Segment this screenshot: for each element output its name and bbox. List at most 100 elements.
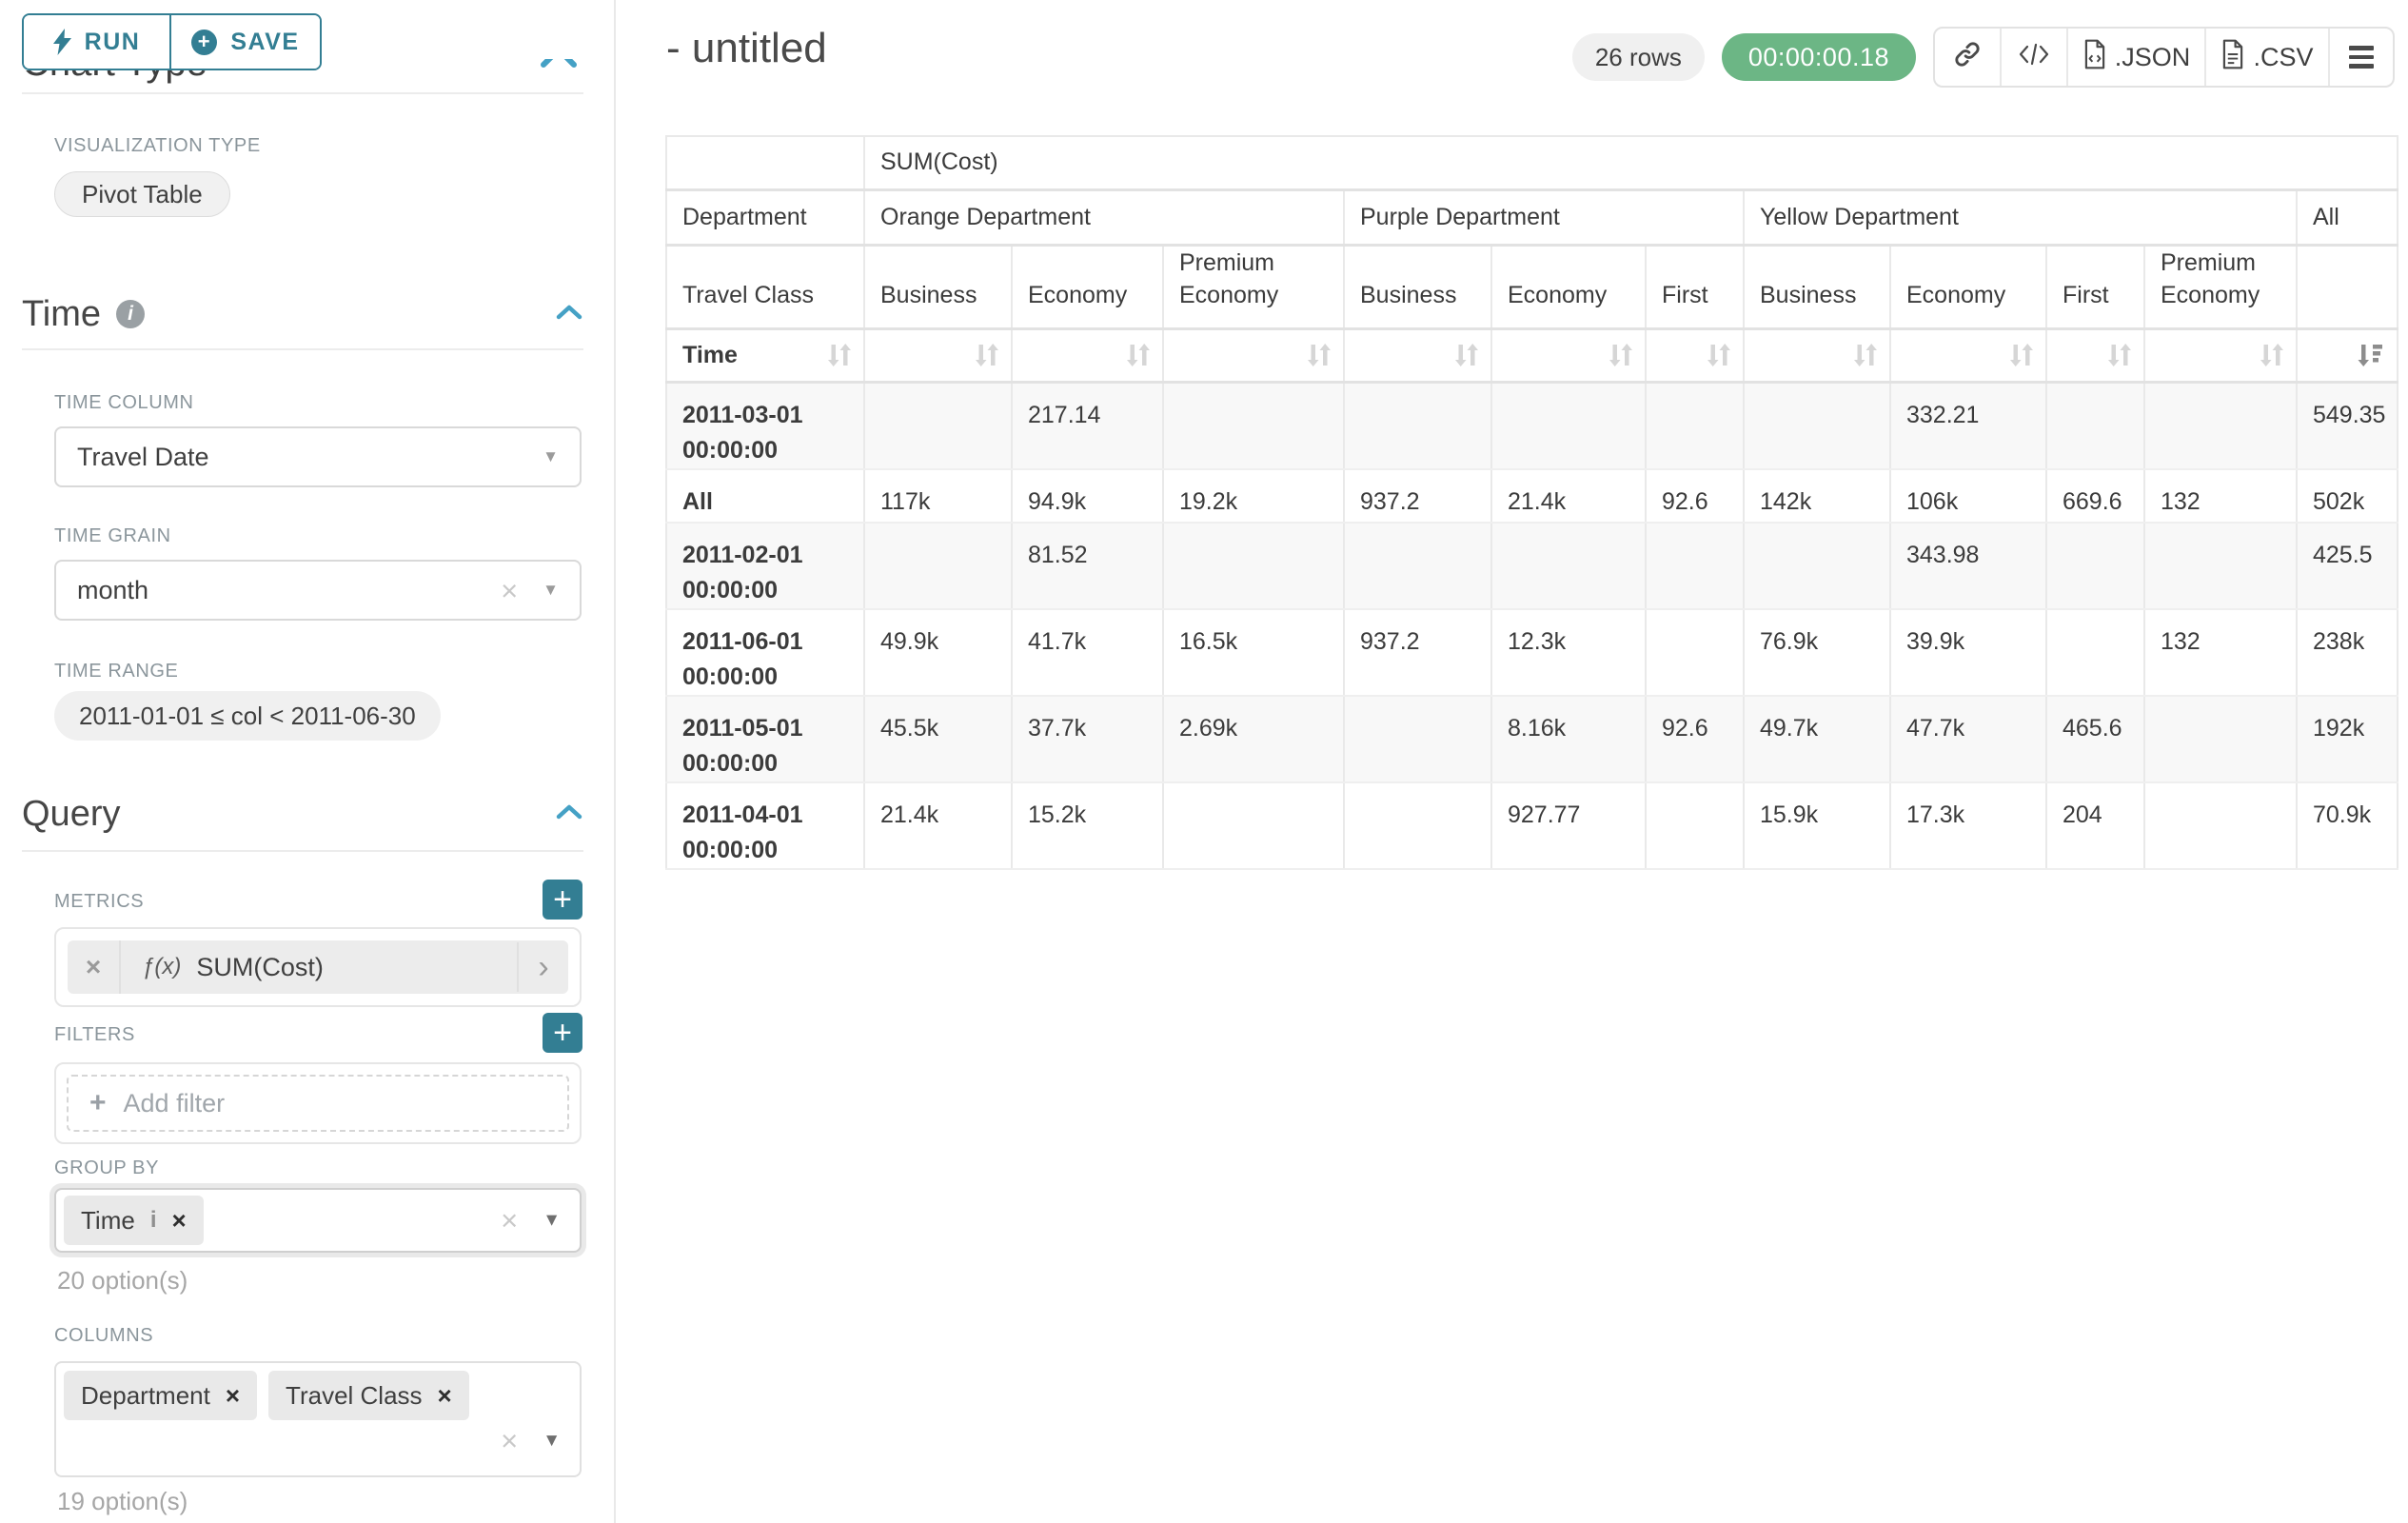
share-link-button[interactable] <box>1935 29 2002 86</box>
view-query-button[interactable] <box>2002 29 2068 86</box>
csv-file-icon <box>2220 39 2245 76</box>
visualization-type-label: VISUALIZATION TYPE <box>54 135 261 157</box>
pivot-cell: 37.7k <box>1012 696 1163 782</box>
pivot-cell: 927.77 <box>1491 782 1646 869</box>
sort-icon <box>1452 342 1481 368</box>
pivot-cell <box>1646 782 1744 869</box>
pivot-cell: 8.16k <box>1491 696 1646 782</box>
chevron-down-icon: ▼ <box>543 1210 561 1231</box>
time-column-value: Travel Date <box>77 443 209 472</box>
json-file-icon <box>2082 39 2107 76</box>
time-grain-value: month <box>77 576 148 605</box>
column-sort-header[interactable] <box>1163 328 1344 382</box>
time-sort-header[interactable]: Time <box>666 328 864 382</box>
more-options-button[interactable] <box>2330 29 2393 86</box>
metrics-control: × ƒ(x) SUM(Cost) › <box>54 927 582 1007</box>
column-sort-header[interactable] <box>1491 328 1646 382</box>
columns-select[interactable]: Department×Travel Class× × ▼ <box>54 1361 582 1477</box>
add-filter-plus-button[interactable]: + <box>543 1013 582 1053</box>
table-row: DepartmentOrange DepartmentPurple Depart… <box>666 189 2398 245</box>
add-metric-button[interactable]: + <box>543 880 582 920</box>
export-json-button[interactable]: .JSON <box>2068 29 2206 86</box>
time-column-select[interactable]: Travel Date ▼ <box>54 426 582 487</box>
pivot-cell: 12.3k <box>1491 609 1646 696</box>
plus-circle-icon: + <box>191 30 217 55</box>
sort-icon <box>2105 342 2134 368</box>
travel-class-header: Economy <box>1890 245 2046 328</box>
sort-icon <box>1705 342 1733 368</box>
metrics-label: METRICS <box>54 891 144 913</box>
lightning-icon <box>53 29 71 55</box>
corner-cell <box>666 136 864 189</box>
pivot-cell <box>2144 382 2297 469</box>
table-row: 2011-05-01 00:00:0045.5k37.7k2.69k8.16k9… <box>666 696 2398 782</box>
selected-option-pill[interactable]: Travel Class× <box>268 1371 469 1420</box>
column-sort-header-active[interactable] <box>2297 328 2398 382</box>
export-csv-button[interactable]: .CSV <box>2206 29 2330 86</box>
visualization-type-pill[interactable]: Pivot Table <box>54 171 230 217</box>
query-section-header: Query <box>22 793 583 835</box>
columns-label: COLUMNS <box>54 1325 153 1347</box>
add-filter-button[interactable]: + Add filter <box>67 1075 569 1132</box>
pivot-cell: 47.7k <box>1890 696 2046 782</box>
column-sort-header[interactable] <box>1744 328 1890 382</box>
pivot-cell <box>1744 523 1890 609</box>
column-sort-header[interactable] <box>1646 328 1744 382</box>
pivot-table-container: SUM(Cost)DepartmentOrange DepartmentPurp… <box>665 135 2398 870</box>
pivot-cell: 142k <box>1744 469 1890 523</box>
clear-icon[interactable]: × <box>501 1426 518 1455</box>
pivot-cell: 238k <box>2297 609 2398 696</box>
pivot-row-label: All <box>666 469 864 523</box>
export-button-group: .JSON .CSV <box>1933 27 2395 88</box>
sort-icon <box>1851 342 1880 368</box>
metric-pill[interactable]: × ƒ(x) SUM(Cost) › <box>68 940 568 994</box>
metric-header: SUM(Cost) <box>864 136 2398 189</box>
pivot-cell <box>2046 382 2144 469</box>
pivot-table: SUM(Cost)DepartmentOrange DepartmentPurp… <box>665 135 2398 870</box>
pivot-cell <box>1344 696 1491 782</box>
superset-explore-view: Chart Type RUN + SAVE VISUALIZATION TYPE… <box>0 0 2408 1523</box>
pivot-cell: 937.2 <box>1344 609 1491 696</box>
save-button[interactable]: + SAVE <box>169 15 320 69</box>
column-sort-header[interactable] <box>1012 328 1163 382</box>
pivot-cell: 17.3k <box>1890 782 2046 869</box>
column-sort-header[interactable] <box>1890 328 2046 382</box>
pivot-cell <box>1646 382 1744 469</box>
time-range-pill[interactable]: 2011-01-01 ≤ col < 2011-06-30 <box>54 691 441 741</box>
remove-pill-icon[interactable]: × <box>226 1381 240 1411</box>
selected-option-pill[interactable]: Timei× <box>64 1196 204 1245</box>
remove-metric-icon[interactable]: × <box>68 940 121 994</box>
time-grain-label: TIME GRAIN <box>54 525 171 547</box>
column-sort-header[interactable] <box>864 328 1012 382</box>
column-sort-header[interactable] <box>2144 328 2297 382</box>
time-section-collapse-icon[interactable] <box>555 303 583 326</box>
pivot-cell: 117k <box>864 469 1012 523</box>
divider <box>22 850 583 852</box>
export-json-label: .JSON <box>2115 43 2191 72</box>
pivot-cell: 49.9k <box>864 609 1012 696</box>
chart-type-collapse-icon[interactable] <box>538 59 582 70</box>
group-by-select[interactable]: Timei× × ▼ <box>54 1188 582 1253</box>
table-row: 2011-04-01 00:00:0021.4k15.2k927.7715.9k… <box>666 782 2398 869</box>
time-grain-select[interactable]: month × ▼ <box>54 560 582 621</box>
pivot-cell <box>2046 523 2144 609</box>
clear-icon[interactable]: × <box>501 576 518 605</box>
clear-icon[interactable]: × <box>501 1206 518 1236</box>
pivot-cell: 81.52 <box>1012 523 1163 609</box>
pivot-cell <box>1744 382 1890 469</box>
remove-pill-icon[interactable]: × <box>438 1381 452 1411</box>
column-sort-header[interactable] <box>2046 328 2144 382</box>
menu-icon <box>2349 46 2374 69</box>
chevron-right-icon[interactable]: › <box>517 942 568 992</box>
selected-option-pill[interactable]: Department× <box>64 1371 257 1420</box>
page-title: - untitled <box>666 25 827 72</box>
run-button[interactable]: RUN <box>24 15 169 69</box>
pivot-cell: 132 <box>2144 469 2297 523</box>
column-sort-header[interactable] <box>1344 328 1491 382</box>
group-by-label: GROUP BY <box>54 1157 159 1179</box>
table-row: Time <box>666 328 2398 382</box>
plus-icon: + <box>89 1087 107 1119</box>
remove-pill-icon[interactable]: × <box>171 1206 186 1236</box>
pivot-row-label: 2011-05-01 00:00:00 <box>666 696 864 782</box>
query-section-collapse-icon[interactable] <box>555 802 583 826</box>
